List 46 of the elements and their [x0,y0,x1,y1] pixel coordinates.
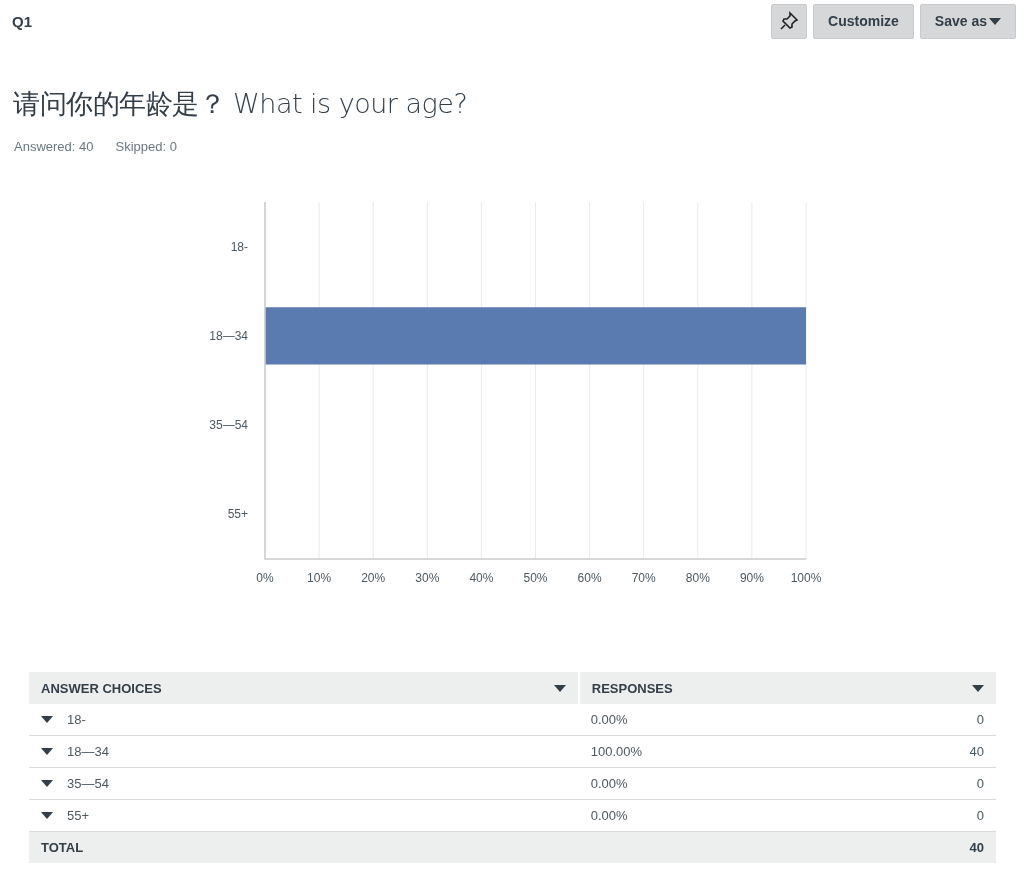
table-cell: 0 [976,712,984,727]
table-cell: 0 [976,808,984,823]
question-title: 请问你的年龄是？ What is your age? [13,87,469,121]
customize-button[interactable]: Customize [813,3,914,39]
caret-icon [989,17,1001,25]
axis-label: 50% [523,571,548,585]
axis-label: 18—34 [209,328,248,343]
axis-label: 40% [469,571,494,585]
table-cell: 0.00% [590,808,628,823]
table-cell: 0.00% [590,776,628,791]
axis-label: 80% [685,571,710,585]
table-cell: 0 [976,776,984,791]
axis-label: 60% [577,571,602,585]
save-as-button[interactable]: Save as [919,3,1016,39]
axis-label: 55+ [227,507,248,522]
axis-label: 35—54 [209,418,248,433]
axis-label: 0% [256,571,274,585]
sort-caret-icon[interactable] [553,684,566,692]
answered-count: Answered: 40 [14,139,94,154]
skipped-count: Skipped: 0 [115,139,177,154]
pin-button[interactable] [771,3,808,39]
pushpin-icon [779,11,800,31]
axis-label: 20% [361,571,386,585]
axis-label: 30% [415,571,440,585]
total-count: 40 [969,840,984,855]
table-cell: 18- [67,712,86,727]
table-cell: 18—34 [67,744,109,759]
table-cell: 55+ [67,808,90,823]
table-cell: 35—54 [67,776,109,791]
expand-caret-icon[interactable] [41,780,53,787]
expand-caret-icon[interactable] [41,812,53,819]
table-cell: 40 [969,744,984,759]
table-cell: 100.00% [590,744,643,759]
table-cell: 0.00% [590,712,628,727]
column-header[interactable]: ANSWER CHOICES [29,672,579,704]
axis-label: 18- [230,239,248,254]
question-number: Q1 [12,12,32,30]
sort-caret-icon[interactable] [972,684,984,692]
column-header[interactable]: RESPONSES [578,672,996,704]
expand-caret-icon[interactable] [41,716,53,723]
total-label: TOTAL [41,840,84,855]
axis-label: 100% [790,571,822,585]
axis-label: 70% [631,571,656,585]
axis-label: 10% [307,571,332,585]
expand-caret-icon[interactable] [41,748,53,755]
axis-label: 90% [739,571,764,585]
